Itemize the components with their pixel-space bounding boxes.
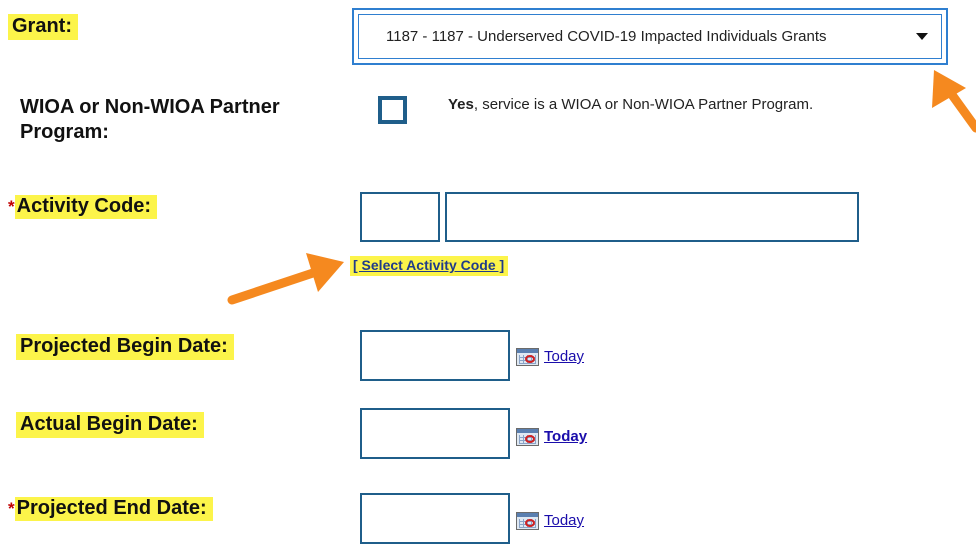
arrow-annotation (227, 253, 344, 305)
arrow-annotation (932, 70, 976, 133)
annotation-overlay (227, 70, 976, 305)
